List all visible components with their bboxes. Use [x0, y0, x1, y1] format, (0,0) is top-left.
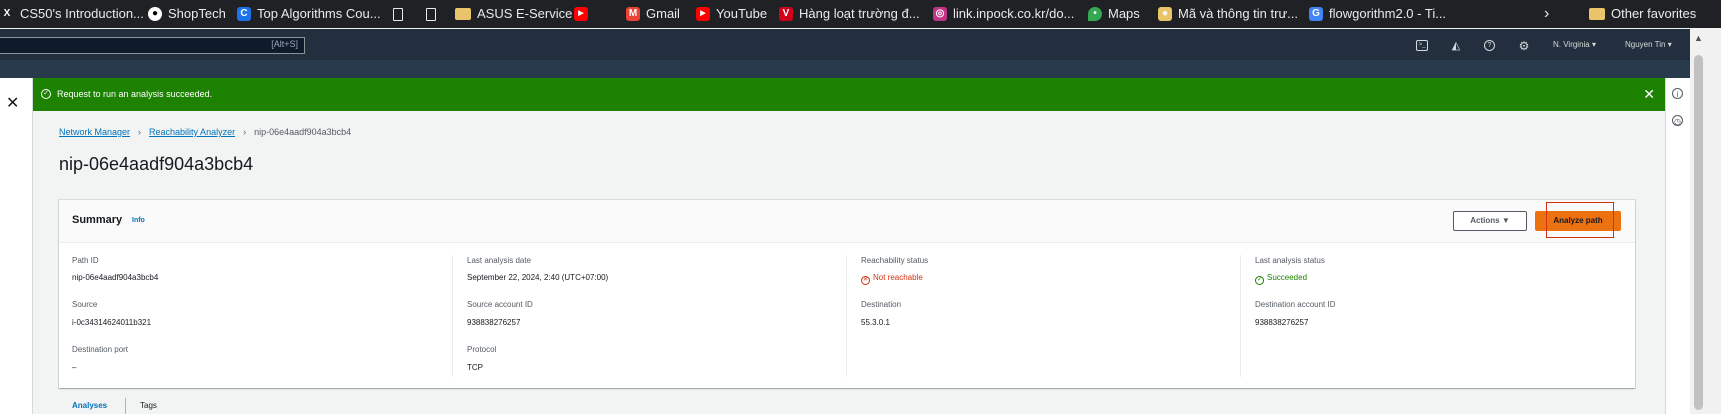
- side-navigation-collapsed: ✕: [0, 78, 33, 414]
- settings-gear-icon[interactable]: ⚙: [1518, 40, 1530, 52]
- source-account-id-value: 938838276257: [467, 318, 521, 327]
- source-value: i-0c34314624011b321: [72, 318, 152, 327]
- folder-icon: [1589, 8, 1605, 20]
- bookmark-asus[interactable]: ASUS E-Service: [455, 0, 572, 28]
- destination-label: Destination: [861, 300, 902, 309]
- bookmark-other-favorites[interactable]: Other favorites: [1589, 0, 1696, 28]
- doc-icon: [426, 7, 436, 21]
- dismiss-close-icon[interactable]: ✕: [1643, 86, 1655, 103]
- success-check-icon: ✓: [41, 89, 51, 99]
- maps-icon: •: [1088, 7, 1102, 21]
- error-x-icon: ✕: [861, 276, 870, 285]
- bookmark-youtube-1[interactable]: ▶: [574, 0, 594, 28]
- bookmark-gmail[interactable]: M Gmail: [626, 0, 680, 28]
- scroll-up-arrow-icon[interactable]: ▲: [1694, 33, 1703, 43]
- path-id-value: nip-06e4aadf904a3bcb4: [72, 273, 159, 282]
- service-subnav: [0, 60, 1721, 78]
- source-label: Source: [72, 300, 98, 309]
- bookmark-doc-2[interactable]: [426, 0, 442, 28]
- summary-title: Summary: [72, 214, 123, 226]
- bookmark-cs50[interactable]: X CS50's Introduction...: [0, 0, 144, 28]
- youtube-icon: ▶: [696, 7, 710, 21]
- tab-analyses[interactable]: Analyses: [72, 401, 107, 410]
- aws-top-nav: [Alt+S] >_ ◭ ? ⚙ N. Virginia ▾ Nguyen Ti…: [0, 29, 1721, 60]
- success-check-icon: ✓: [1255, 276, 1264, 285]
- column-divider: [846, 255, 847, 377]
- search-shortcut: [Alt+S]: [271, 39, 298, 49]
- github-icon: ●: [148, 7, 162, 21]
- folder-icon: ●: [1158, 7, 1172, 21]
- destination-port-label: Destination port: [72, 345, 129, 354]
- history-icon[interactable]: ◷: [1672, 115, 1683, 126]
- gmail-icon: M: [626, 7, 640, 21]
- bookmarks-bar: X CS50's Introduction... ● ShopTech C Top A…: [0, 0, 1721, 28]
- destination-account-id-label: Destination account ID: [1255, 300, 1336, 309]
- column-divider: [1240, 255, 1241, 377]
- last-analysis-status-label: Last analysis status: [1255, 256, 1325, 265]
- help-icon[interactable]: ?: [1484, 40, 1495, 51]
- chevron-right-icon: ›: [1544, 5, 1550, 22]
- google-icon: G: [1309, 7, 1323, 21]
- scrollbar-thumb[interactable]: [1694, 55, 1703, 410]
- breadcrumb: Network Manager › Reachability Analyzer › ni…: [59, 127, 351, 137]
- close-icon[interactable]: ✕: [6, 93, 19, 113]
- last-analysis-status-value: ✓ Succeeded: [1255, 273, 1308, 285]
- destination-value: 55.3.0.1: [861, 318, 890, 327]
- breadcrumb-current: nip-06e4aadf904a3bcb4: [254, 127, 352, 137]
- path-id-label: Path ID: [72, 256, 99, 265]
- notifications-bell-icon[interactable]: ◭: [1450, 40, 1462, 52]
- x-icon: X: [3, 8, 11, 19]
- protocol-label: Protocol: [467, 345, 497, 354]
- bookmark-hang-loat[interactable]: V Hàng loạt trường đ...: [779, 0, 920, 28]
- info-icon[interactable]: i: [1672, 88, 1683, 99]
- bookmark-ma-thong-tin[interactable]: ● Mã và thông tin trư...: [1158, 0, 1298, 28]
- success-flashbar: ✓ Request to run an analysis succeeded. …: [33, 78, 1665, 111]
- youtube-icon: ▶: [574, 7, 588, 21]
- cloudshell-icon[interactable]: >_: [1416, 40, 1428, 51]
- folder-icon: [455, 8, 471, 20]
- breadcrumb-reachability-analyzer[interactable]: Reachability Analyzer: [149, 127, 235, 137]
- page-title: nip-06e4aadf904a3bcb4: [59, 154, 254, 174]
- source-account-id-label: Source account ID: [467, 300, 533, 309]
- region-selector[interactable]: N. Virginia ▾: [1553, 40, 1596, 49]
- info-link[interactable]: Info: [132, 217, 145, 224]
- protocol-value: TCP: [467, 363, 483, 372]
- flash-message: Request to run an analysis succeeded.: [57, 89, 213, 99]
- summary-header: Summary Info Actions ▼ Analyze path: [59, 200, 1635, 243]
- c-icon: C: [237, 7, 251, 21]
- bookmark-maps[interactable]: • Maps: [1088, 0, 1140, 28]
- instagram-icon: ◎: [933, 7, 947, 21]
- breadcrumb-network-manager[interactable]: Network Manager: [59, 127, 130, 137]
- analyze-path-button[interactable]: Analyze path: [1535, 211, 1621, 231]
- chevron-right-icon: ›: [138, 127, 142, 137]
- bookmark-flowgorithm[interactable]: Gflowgorithm2.0 - Ti...: [1309, 0, 1446, 28]
- chevron-right-icon: ›: [243, 127, 247, 137]
- bookmark-shoptech[interactable]: ● ShopTech: [148, 0, 226, 28]
- destination-port-value: –: [72, 363, 77, 372]
- page-scrollbar[interactable]: ▲: [1690, 29, 1721, 414]
- last-analysis-date-label: Last analysis date: [467, 256, 532, 265]
- reachability-status-value: ✕ Not reachable: [861, 273, 923, 285]
- account-menu[interactable]: Nguyen Tin ▾: [1625, 40, 1672, 49]
- bookmark-top-algorithms[interactable]: C Top Algorithms Cou...: [237, 0, 381, 28]
- last-analysis-date-value: September 22, 2024, 2:40 (UTC+07:00): [467, 273, 609, 282]
- bookmarks-more-button[interactable]: ›: [1544, 0, 1549, 28]
- tab-divider: [125, 398, 126, 414]
- caret-down-icon: ▼: [1501, 216, 1510, 225]
- bookmark-doc-1[interactable]: [393, 0, 409, 28]
- summary-container: Summary Info Actions ▼ Analyze path Path…: [59, 200, 1635, 388]
- doc-icon: [393, 7, 403, 21]
- tools-rail: i ◷: [1665, 78, 1690, 414]
- bookmark-inpock[interactable]: ◎ link.inpock.co.kr/do...: [933, 0, 1074, 28]
- search-input[interactable]: [Alt+S]: [0, 37, 305, 54]
- destination-account-id-value: 938838276257: [1255, 318, 1309, 327]
- column-divider: [452, 255, 453, 377]
- tab-tags[interactable]: Tags: [140, 401, 157, 410]
- bookmark-youtube[interactable]: ▶ YouTube: [696, 0, 767, 28]
- actions-button[interactable]: Actions ▼: [1453, 211, 1527, 231]
- reachability-status-label: Reachability status: [861, 256, 929, 265]
- v-icon: V: [779, 7, 793, 21]
